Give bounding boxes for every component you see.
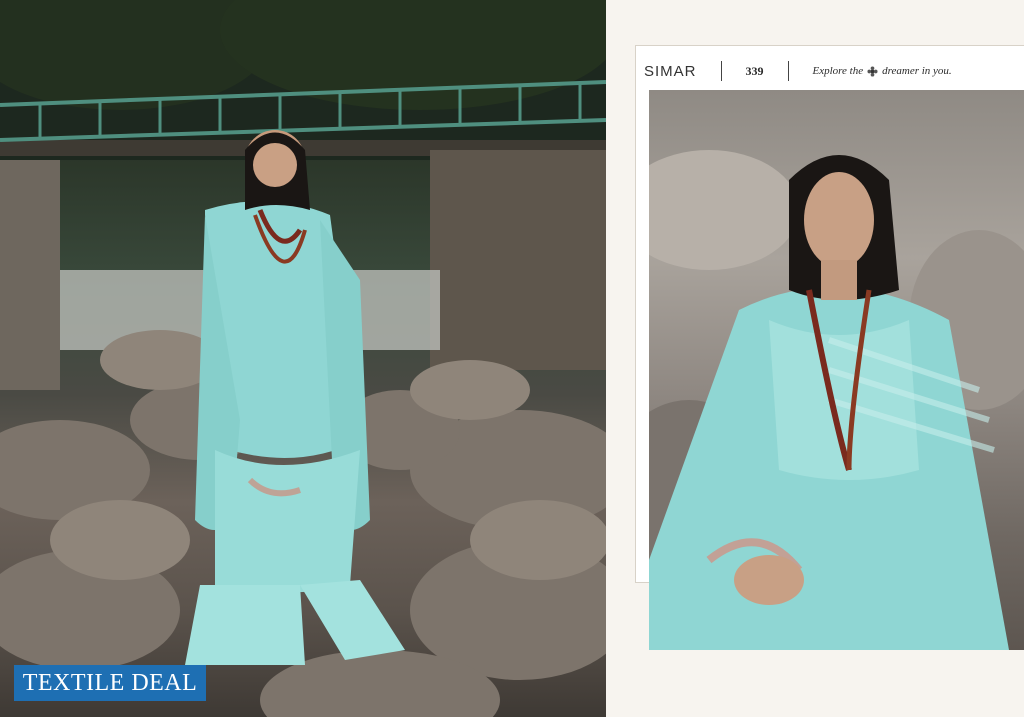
- header-divider: [720, 61, 722, 81]
- left-model-photo: [0, 0, 606, 717]
- catalog-number: 339: [745, 63, 764, 78]
- tagline: Explore the dreamer in you.: [813, 65, 952, 77]
- flower-icon: [867, 65, 878, 77]
- left-photo-scene: [0, 0, 606, 717]
- right-photo-scene: [649, 150, 1024, 650]
- header-divider: [787, 61, 789, 81]
- textile-deal-badge: TEXTILE DEAL: [14, 665, 206, 701]
- catalog-header: SIMAR 339 Explore the dreamer in you.: [640, 58, 1024, 84]
- right-model-closeup-photo: [649, 90, 1024, 650]
- tagline-start: Explore the: [812, 65, 864, 77]
- tagline-end: dreamer in you.: [882, 65, 952, 77]
- brand-logo: SIMAR: [644, 62, 697, 80]
